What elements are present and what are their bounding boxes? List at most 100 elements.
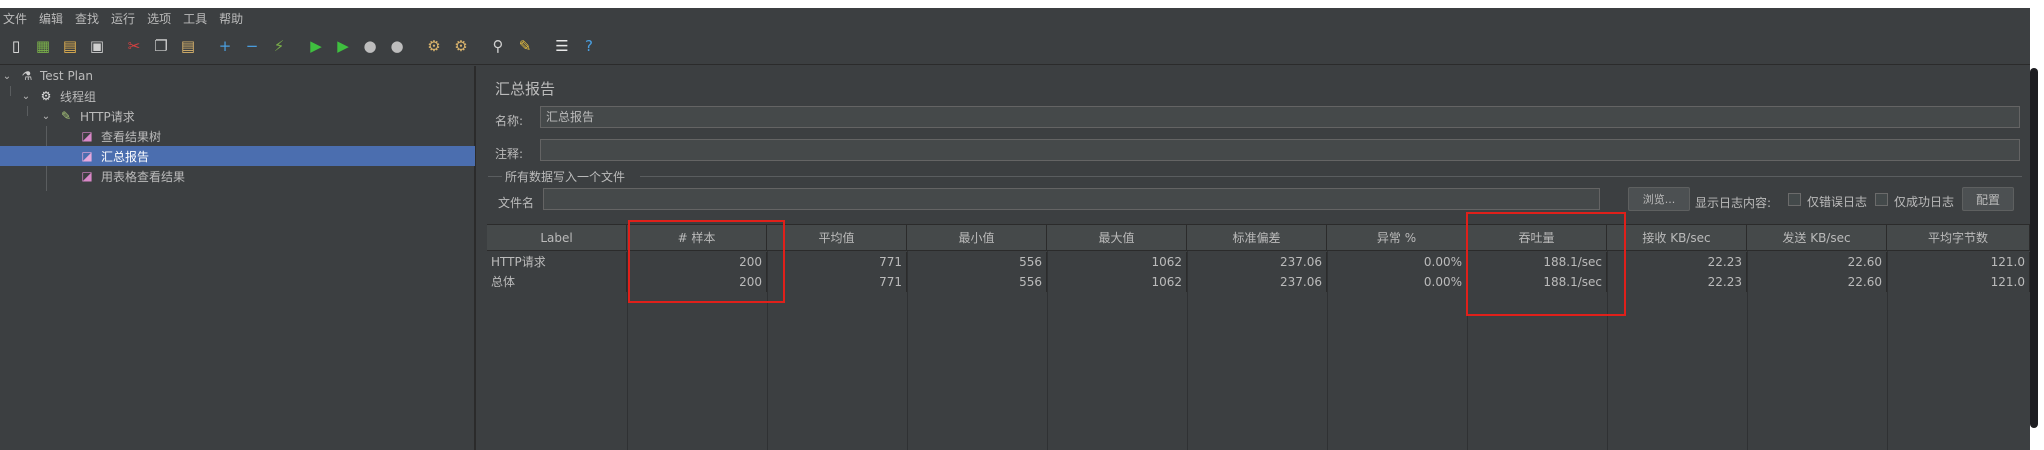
outside-area xyxy=(2030,8,2044,450)
copy-icon[interactable]: ❐ xyxy=(150,36,172,58)
templates-icon[interactable]: ▦ xyxy=(32,36,54,58)
tree-item-label: 查看结果树 xyxy=(101,129,162,144)
highlight-samples-column xyxy=(628,220,785,303)
comment-field[interactable] xyxy=(540,139,2020,161)
cell-avg-bytes: 121.0 xyxy=(1887,252,2030,272)
gear-icon: ⚙ xyxy=(40,89,52,103)
chevron-down-icon[interactable]: ⌄ xyxy=(2,71,12,82)
tree-item-thread-group[interactable]: ⌄ ⚙ 线程组 xyxy=(0,86,475,106)
name-field[interactable]: 汇总报告 xyxy=(540,106,2020,128)
column-header-avg-bytes[interactable]: 平均字节数 xyxy=(1887,225,2030,251)
cell-std-dev: 237.06 xyxy=(1187,252,1327,272)
tree-item-label: HTTP请求 xyxy=(80,109,135,124)
cell-error-pct: 0.00% xyxy=(1327,252,1467,272)
tree-item-view-results-table[interactable]: ◪ 用表格查看结果 xyxy=(0,166,475,186)
tree-item-label: 汇总报告 xyxy=(101,149,150,164)
background-window-edge xyxy=(2030,68,2038,428)
expand-icon[interactable]: + xyxy=(214,36,236,58)
graph-icon: ◪ xyxy=(81,169,93,183)
tree-item-label: Test Plan xyxy=(40,69,93,83)
graph-icon: ◪ xyxy=(81,129,93,143)
cell-error-pct: 0.00% xyxy=(1327,272,1467,292)
chevron-down-icon[interactable]: ⌄ xyxy=(41,111,51,122)
start-no-pauses-icon[interactable]: ▶ xyxy=(332,36,354,58)
comment-label: 注释: xyxy=(495,147,524,161)
browse-button[interactable]: 浏览... xyxy=(1628,187,1690,211)
errors-only-label: 仅错误日志 xyxy=(1807,195,1868,209)
open-icon[interactable]: ▤ xyxy=(59,36,81,58)
cell-average: 771 xyxy=(767,252,907,272)
clear-all-icon[interactable]: ⚙ xyxy=(450,36,472,58)
menu-tools[interactable]: 工具 xyxy=(183,10,207,27)
column-header-sent-kb[interactable]: 发送 KB/sec xyxy=(1747,225,1887,251)
start-icon[interactable]: ▶ xyxy=(305,36,327,58)
cell-max: 1062 xyxy=(1047,272,1187,292)
window-top-strip xyxy=(0,0,2044,8)
chevron-down-icon[interactable]: ⌄ xyxy=(21,91,31,102)
cell-max: 1062 xyxy=(1047,252,1187,272)
reset-search-icon[interactable]: ✎ xyxy=(514,36,536,58)
search-icon[interactable]: ⚲ xyxy=(487,36,509,58)
cell-received-kb: 22.23 xyxy=(1607,252,1747,272)
tree-item-test-plan[interactable]: ⌄ ⚗ Test Plan xyxy=(0,66,475,86)
tree-item-label: 用表格查看结果 xyxy=(101,169,186,184)
pipette-icon: ✎ xyxy=(60,109,72,123)
function-helper-icon[interactable]: ☰ xyxy=(551,36,573,58)
column-header-error-pct[interactable]: 异常 % xyxy=(1327,225,1467,251)
toggle-icon[interactable]: ⚡ xyxy=(268,36,290,58)
filename-label: 文件名 xyxy=(498,196,535,210)
menu-help[interactable]: 帮助 xyxy=(219,10,243,27)
toolbar: ▯ ▦ ▤ ▣ ✂ ❐ ▤ + − ⚡ ▶ ▶ ● ● ⚙ ⚙ ⚲ ✎ ☰? xyxy=(0,29,2030,65)
group-border xyxy=(488,176,502,177)
jmeter-window: 文件 编辑 查找 运行 选项 工具 帮助 ▯ ▦ ▤ ▣ ✂ ❐ ▤ + − ⚡ ▶ ▶ ● ● ⚙ ⚙ ⚲ ✎ ☰… xyxy=(0,0,2044,450)
tree-item-label: 线程组 xyxy=(60,89,97,104)
panel-title: 汇总报告 xyxy=(495,80,556,98)
log-content-label: 显示日志内容: xyxy=(1695,196,1772,210)
new-icon[interactable]: ▯ xyxy=(5,36,27,58)
column-header-received-kb[interactable]: 接收 KB/sec xyxy=(1607,225,1747,251)
menu-file[interactable]: 文件 xyxy=(3,10,27,27)
save-icon[interactable]: ▣ xyxy=(86,36,108,58)
cell-label: HTTP请求 xyxy=(487,252,627,272)
column-header-average[interactable]: 平均值 xyxy=(767,225,907,251)
menu-run[interactable]: 运行 xyxy=(111,10,135,27)
column-header-min[interactable]: 最小值 xyxy=(907,225,1047,251)
flask-icon: ⚗ xyxy=(21,69,33,83)
menu-search[interactable]: 查找 xyxy=(75,10,99,27)
errors-only-checkbox[interactable] xyxy=(1788,193,1801,206)
cell-sent-kb: 22.60 xyxy=(1747,272,1887,292)
tree-item-http-request[interactable]: ⌄ ✎ HTTP请求 xyxy=(0,106,475,126)
menu-edit[interactable]: 编辑 xyxy=(39,10,63,27)
cell-label: 总体 xyxy=(487,272,627,292)
cell-average: 771 xyxy=(767,272,907,292)
menu-bar: 文件 编辑 查找 运行 选项 工具 帮助 xyxy=(0,8,2030,29)
configure-button[interactable]: 配置 xyxy=(1962,187,2014,211)
cell-avg-bytes: 121.0 xyxy=(1887,272,2030,292)
highlight-throughput-column xyxy=(1466,212,1626,316)
cell-sent-kb: 22.60 xyxy=(1747,252,1887,272)
menu-options[interactable]: 选项 xyxy=(147,10,171,27)
stop-icon[interactable]: ● xyxy=(359,36,381,58)
cut-icon[interactable]: ✂ xyxy=(123,36,145,58)
name-label: 名称: xyxy=(495,114,524,128)
success-only-label: 仅成功日志 xyxy=(1894,195,1955,209)
help-icon[interactable]: ? xyxy=(578,36,600,58)
tree-item-view-results-tree[interactable]: ◪ 查看结果树 xyxy=(0,126,475,146)
clear-icon[interactable]: ⚙ xyxy=(423,36,445,58)
test-plan-tree: ⌄ ⚗ Test Plan ⌄ ⚙ 线程组 ⌄ ✎ HTTP请求 ◪ 查看结果树… xyxy=(0,66,475,450)
column-header-max[interactable]: 最大值 xyxy=(1047,225,1187,251)
tree-item-summary-report[interactable]: ◪ 汇总报告 xyxy=(0,146,475,166)
cell-received-kb: 22.23 xyxy=(1607,272,1747,292)
cell-std-dev: 237.06 xyxy=(1187,272,1327,292)
paste-icon[interactable]: ▤ xyxy=(177,36,199,58)
shutdown-icon[interactable]: ● xyxy=(386,36,408,58)
column-header-std-dev[interactable]: 标准偏差 xyxy=(1187,225,1327,251)
group-border xyxy=(640,176,2022,177)
column-header-label[interactable]: Label xyxy=(487,225,627,251)
file-group-title: 所有数据写入一个文件 xyxy=(502,168,629,185)
graph-icon: ◪ xyxy=(81,149,93,163)
success-only-checkbox[interactable] xyxy=(1875,193,1888,206)
filename-field[interactable] xyxy=(543,188,1600,210)
collapse-icon[interactable]: − xyxy=(241,36,263,58)
cell-min: 556 xyxy=(907,272,1047,292)
